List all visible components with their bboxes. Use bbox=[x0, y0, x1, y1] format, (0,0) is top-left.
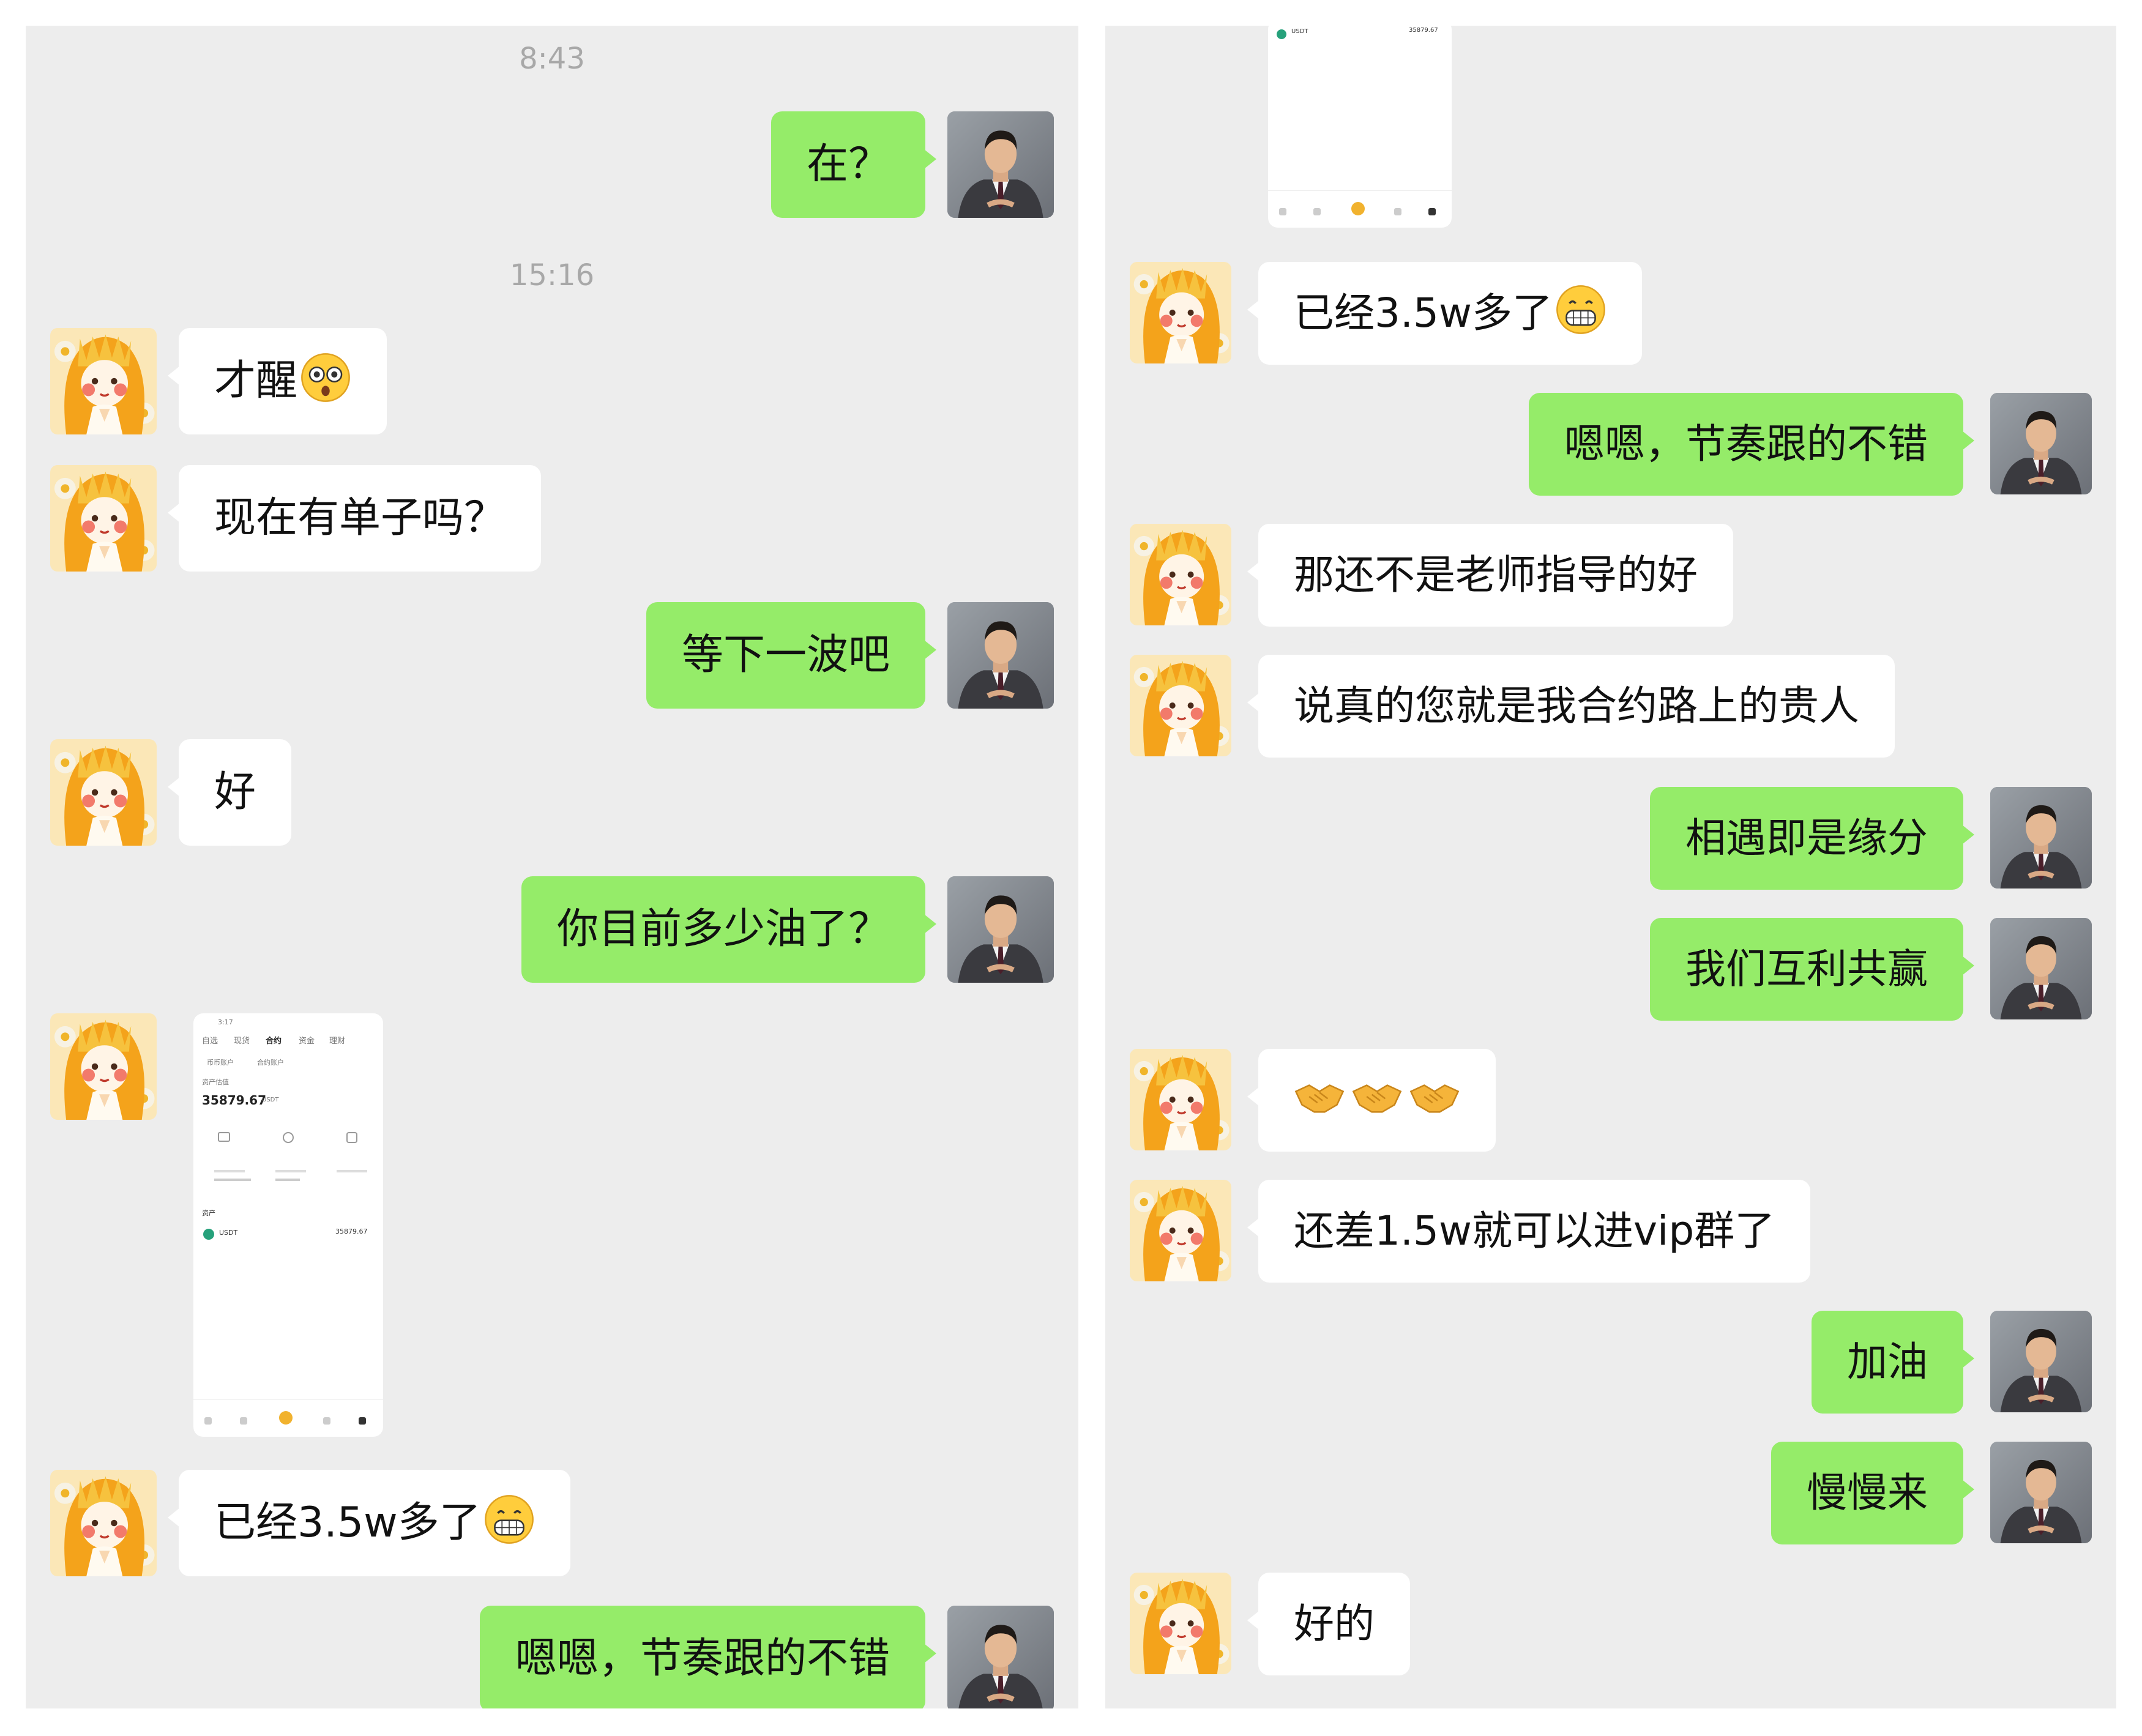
message-bubble-out[interactable]: 你目前多少油了？ bbox=[521, 876, 937, 983]
tab: 现货 bbox=[234, 1037, 250, 1046]
avatar-user[interactable] bbox=[50, 1013, 157, 1120]
handshake-emoji-icon bbox=[1294, 1071, 1345, 1122]
history-icon bbox=[346, 1132, 357, 1143]
avatar-teacher[interactable] bbox=[1990, 1311, 2092, 1412]
message-bubble-out[interactable]: 嗯嗯，节奏跟的不错 bbox=[479, 1606, 937, 1708]
grinning-face-emoji-icon bbox=[483, 1494, 535, 1545]
avatar-user[interactable] bbox=[1130, 1180, 1231, 1281]
message-text: 已经3.5w多了 bbox=[1294, 289, 1553, 337]
message-text: 才醒 bbox=[214, 357, 298, 405]
message-row: 等下一波吧 bbox=[26, 602, 1078, 712]
grinning-face-emoji-icon bbox=[1555, 284, 1606, 335]
message-row: 相遇即是缘分 bbox=[1105, 787, 2116, 897]
subtab: 合约账户 bbox=[257, 1059, 284, 1067]
message-row: 还差1.5w就可以进vip群了 bbox=[1105, 1180, 2116, 1290]
usdt-coin-icon bbox=[1277, 29, 1286, 39]
message-row: 好 bbox=[26, 739, 1078, 849]
avatar-user[interactable] bbox=[1130, 524, 1231, 625]
message-row: 在？ bbox=[26, 111, 1078, 222]
message-row: 已经3.5w多了 bbox=[26, 1470, 1078, 1580]
image-message[interactable]: 3:17 自选 现货 合约 资金 理财 币币账户 合约账户 资产估值 35879… bbox=[193, 1013, 383, 1437]
bottom-tabbar bbox=[193, 1399, 383, 1437]
avatar-teacher[interactable] bbox=[1990, 1442, 2092, 1543]
status-time: 3:17 bbox=[218, 1018, 233, 1026]
handshake-emoji-icon bbox=[1409, 1071, 1460, 1122]
tab: 自选 bbox=[202, 1037, 218, 1046]
message-row: 慢慢来 bbox=[1105, 1442, 2116, 1552]
coin-amount: 35879.67 bbox=[1409, 27, 1438, 34]
message-row: 现在有单子吗？ bbox=[26, 465, 1078, 575]
message-bubble-in[interactable]: 那还不是老师指导的好 bbox=[1247, 524, 1733, 627]
image-message[interactable]: USDT 35879.67 bbox=[1268, 26, 1452, 228]
usdt-coin-icon bbox=[203, 1229, 214, 1240]
timestamp: 8:43 bbox=[519, 42, 585, 76]
message-row: 加油 bbox=[1105, 1311, 2116, 1421]
avatar-user[interactable] bbox=[50, 328, 157, 434]
avatar-user[interactable] bbox=[1130, 1049, 1231, 1150]
timestamp: 15:16 bbox=[509, 258, 595, 292]
message-bubble-in[interactable]: 已经3.5w多了 bbox=[168, 1470, 570, 1576]
dizzy-face-emoji-icon bbox=[300, 352, 351, 403]
message-bubble-out[interactable]: 相遇即是缘分 bbox=[1650, 787, 1974, 890]
chat-panel-right[interactable]: USDT 35879.67 已经3.5w多了 嗯嗯，节奏跟的不错 那还不是老师指… bbox=[1105, 26, 2116, 1708]
balance-value: 35879.67 bbox=[202, 1093, 267, 1108]
message-bubble-in[interactable]: 说真的您就是我合约路上的贵人 bbox=[1247, 655, 1895, 758]
handshake-emoji-icon bbox=[1351, 1071, 1403, 1122]
bottom-tabbar bbox=[1268, 190, 1452, 228]
message-bubble-in[interactable] bbox=[1247, 1049, 1496, 1152]
avatar-user[interactable] bbox=[1130, 655, 1231, 756]
message-bubble-in[interactable]: 才醒 bbox=[167, 328, 387, 434]
coin-name: USDT bbox=[1291, 28, 1308, 35]
message-text: 已经3.5w多了 bbox=[214, 1499, 481, 1547]
avatar-teacher[interactable] bbox=[947, 111, 1054, 218]
message-bubble-out[interactable]: 等下一波吧 bbox=[646, 602, 937, 709]
account-stats bbox=[202, 1165, 373, 1190]
tab: 资金 bbox=[299, 1037, 315, 1046]
message-row: 才醒 bbox=[26, 328, 1078, 438]
message-row: 嗯嗯，节奏跟的不错 bbox=[26, 1606, 1078, 1708]
avatar-teacher[interactable] bbox=[1990, 918, 2092, 1019]
message-bubble-out[interactable]: 在？ bbox=[771, 111, 937, 218]
subtab: 币币账户 bbox=[207, 1059, 234, 1067]
message-bubble-out[interactable]: 加油 bbox=[1812, 1311, 1974, 1414]
message-row: 那还不是老师指导的好 bbox=[1105, 524, 2116, 634]
avatar-user[interactable] bbox=[50, 1470, 157, 1576]
balance-unit: USDT bbox=[262, 1097, 279, 1103]
message-row: 我们互利共赢 bbox=[1105, 918, 2116, 1028]
message-bubble-out[interactable]: 我们互利共赢 bbox=[1650, 918, 1974, 1021]
message-row: 嗯嗯，节奏跟的不错 bbox=[1105, 393, 2116, 503]
tab: 理财 bbox=[329, 1037, 346, 1046]
asset-header: 资产 bbox=[202, 1209, 215, 1217]
avatar-teacher[interactable] bbox=[1990, 787, 2092, 888]
message-row: 你目前多少油了？ bbox=[26, 876, 1078, 986]
message-bubble-in[interactable]: 已经3.5w多了 bbox=[1247, 262, 1642, 365]
message-bubble-in[interactable]: 好的 bbox=[1247, 1573, 1410, 1675]
message-bubble-in[interactable]: 还差1.5w就可以进vip群了 bbox=[1247, 1180, 1811, 1283]
coin-amount: 35879.67 bbox=[335, 1227, 368, 1235]
avatar-teacher[interactable] bbox=[947, 602, 1054, 709]
avatar-teacher[interactable] bbox=[947, 876, 1054, 983]
coin-name: USDT bbox=[219, 1229, 238, 1237]
message-bubble-in[interactable]: 好 bbox=[167, 739, 292, 846]
avatar-teacher[interactable] bbox=[1990, 393, 2092, 494]
chat-panel-left[interactable]: 8:43 在？ 15:16 才醒 现在有单子吗？ 等下一波吧 好 你目前多少油了… bbox=[26, 26, 1078, 1708]
avatar-user[interactable] bbox=[1130, 1573, 1231, 1674]
wallet-icon bbox=[218, 1132, 230, 1142]
avatar-user[interactable] bbox=[1130, 262, 1231, 363]
avatar-teacher[interactable] bbox=[947, 1606, 1054, 1708]
message-row bbox=[1105, 1049, 2116, 1159]
avatar-user[interactable] bbox=[50, 465, 157, 572]
message-bubble-in[interactable]: 现在有单子吗？ bbox=[167, 465, 542, 572]
transfer-icon bbox=[283, 1132, 294, 1143]
message-row: 说真的您就是我合约路上的贵人 bbox=[1105, 655, 2116, 765]
message-bubble-out[interactable]: 慢慢来 bbox=[1771, 1442, 1974, 1544]
avatar-user[interactable] bbox=[50, 739, 157, 846]
message-row: 已经3.5w多了 bbox=[1105, 262, 2116, 372]
message-row: 3:17 自选 现货 合约 资金 理财 币币账户 合约账户 资产估值 35879… bbox=[26, 1013, 1078, 1442]
message-row: 好的 bbox=[1105, 1573, 2116, 1683]
message-bubble-out[interactable]: 嗯嗯，节奏跟的不错 bbox=[1529, 393, 1974, 496]
balance-label: 资产估值 bbox=[202, 1078, 229, 1086]
tab-active: 合约 bbox=[266, 1037, 282, 1046]
